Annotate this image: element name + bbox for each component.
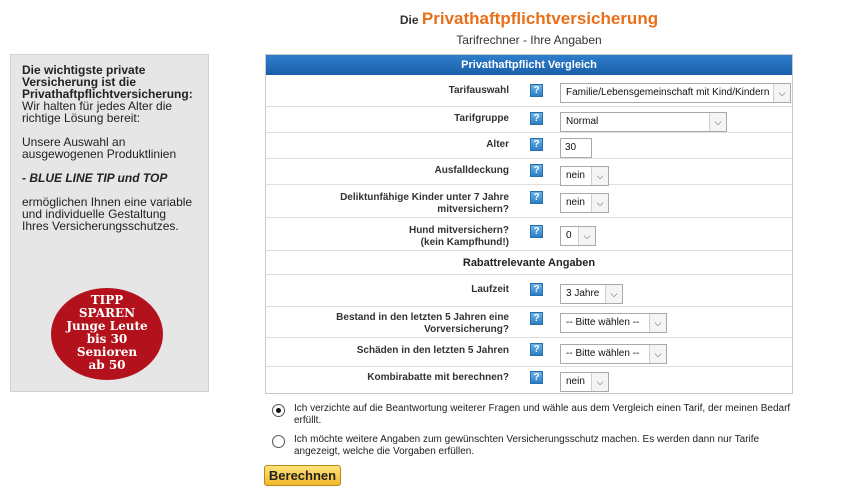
chevron-down-icon: ⌵ (591, 373, 608, 391)
option-more-details[interactable]: Ich möchte weitere Angaben zum gewünscht… (272, 434, 797, 460)
radio-more-details[interactable] (272, 435, 285, 448)
product-lines: - BLUE LINE TIP und TOP (22, 171, 168, 185)
info-line: ausgewogenen Produktlinien (22, 147, 177, 161)
row-label: Kombirabatte mit berechnen? (367, 372, 509, 383)
help-icon[interactable]: ? (530, 138, 543, 151)
savings-badge: TIPP SPAREN Junge Leute bis 30 Senioren … (51, 288, 163, 380)
deliktunfaehige-kinder-select[interactable]: nein ⌵ (560, 193, 609, 213)
title-brand: Privathaftpflichtversicherung (421, 9, 659, 28)
option-text: Ich möchte weitere Angaben zum gewünscht… (294, 434, 760, 457)
info-line: richtige Lösung bereit: (22, 111, 141, 125)
chevron-down-icon: ⌵ (591, 194, 608, 212)
chevron-down-icon: ⌵ (591, 167, 608, 185)
help-icon[interactable]: ? (530, 283, 543, 296)
age-input[interactable]: 30 (560, 138, 592, 158)
page-header: Die Privathaftpflichtversicherung Tarifr… (265, 8, 793, 47)
kombirabatte-select[interactable]: nein ⌵ (560, 372, 609, 392)
form-header: Privathaftpflicht Vergleich (266, 55, 792, 75)
tarifauswahl-select[interactable]: Familie/Lebensgemeinschaft mit Kind/Kind… (560, 83, 791, 103)
section-rabattrelevante-angaben: Rabattrelevante Angaben (266, 251, 792, 275)
comparison-form: Privathaftpflicht Vergleich Tarifauswahl… (265, 54, 793, 394)
help-icon[interactable]: ? (530, 84, 543, 97)
row-label: Tarifauswahl (448, 85, 509, 96)
help-icon[interactable]: ? (530, 225, 543, 238)
chevron-down-icon: ⌵ (649, 345, 666, 363)
laufzeit-select[interactable]: 3 Jahre ⌵ (560, 284, 623, 304)
help-icon[interactable]: ? (530, 191, 543, 204)
berechnen-button[interactable]: Berechnen (264, 465, 341, 486)
help-icon[interactable]: ? (530, 112, 543, 125)
schaeden-select[interactable]: -- Bitte wählen -- ⌵ (560, 344, 667, 364)
row-hund: Hund mitversichern? (kein Kampfhund!) ? 0… (266, 218, 792, 251)
row-label: Tarifgruppe (454, 113, 509, 124)
row-label: Hund mitversichern? (kein Kampfhund!) (408, 225, 509, 248)
help-icon[interactable]: ? (530, 164, 543, 177)
row-tarifgruppe: Tarifgruppe ? Normal ⌵ (266, 107, 792, 133)
row-schaeden: Schäden in den letzten 5 Jahren ? -- Bit… (266, 338, 792, 367)
row-label: Ausfalldeckung (434, 165, 509, 176)
vorversicherung-select[interactable]: -- Bitte wählen -- ⌵ (560, 313, 667, 333)
option-skip-questions[interactable]: Ich verzichte auf die Beantwortung weite… (272, 403, 797, 429)
badge-line: ab 50 (88, 358, 126, 372)
row-label: Deliktunfähige Kinder unter 7 Jahre mitve… (340, 192, 509, 215)
row-label: Alter (486, 139, 509, 150)
row-kombirabatte: Kombirabatte mit berechnen? ? nein ⌵ (266, 367, 792, 393)
help-icon[interactable]: ? (530, 343, 543, 356)
chevron-down-icon: ⌵ (709, 113, 726, 131)
row-label: Schäden in den letzten 5 Jahren (356, 345, 509, 356)
row-deliktunfaehige-kinder: Deliktunfähige Kinder unter 7 Jahre mitve… (266, 185, 792, 218)
row-label: Laufzeit (471, 284, 509, 295)
info-panel: Die wichtigste private Versicherung ist … (10, 54, 209, 392)
chevron-down-icon: ⌵ (578, 227, 595, 245)
hund-select[interactable]: 0 ⌵ (560, 226, 596, 246)
radio-skip-questions[interactable] (272, 404, 285, 417)
option-text: Ich verzichte auf die Beantwortung weite… (294, 403, 791, 426)
ausfalldeckung-select[interactable]: nein ⌵ (560, 166, 609, 186)
row-vorversicherung: Bestand in den letzten 5 Jahren eine Vorv… (266, 307, 792, 338)
row-ausfalldeckung: Ausfalldeckung ? nein ⌵ (266, 159, 792, 186)
chevron-down-icon: ⌵ (605, 285, 622, 303)
title-prefix: Die (399, 13, 419, 27)
page-subtitle: Tarifrechner - Ihre Angaben (456, 33, 602, 47)
chevron-down-icon: ⌵ (649, 314, 666, 332)
help-icon[interactable]: ? (530, 312, 543, 325)
info-line: Ihres Versicherungsschutzes. (22, 219, 179, 233)
chevron-down-icon: ⌵ (773, 84, 790, 102)
row-laufzeit: Laufzeit ? 3 Jahre ⌵ (266, 275, 792, 307)
page-title: Die Privathaftpflichtversicherung (265, 8, 793, 30)
help-icon[interactable]: ? (530, 371, 543, 384)
tarifgruppe-select[interactable]: Normal ⌵ (560, 112, 727, 132)
row-alter: Alter ? 30 (266, 133, 792, 159)
row-tarifauswahl: Tarifauswahl ? Familie/Lebensgemeinschaf… (266, 75, 792, 107)
row-label: Bestand in den letzten 5 Jahren eine Vorv… (336, 312, 509, 335)
